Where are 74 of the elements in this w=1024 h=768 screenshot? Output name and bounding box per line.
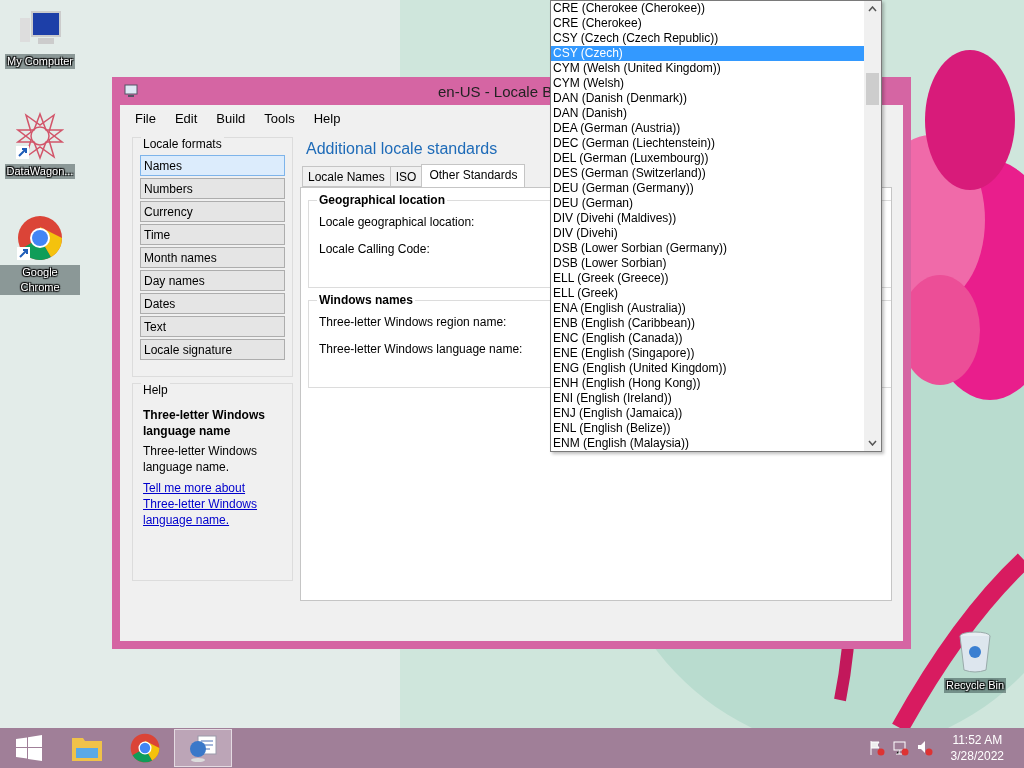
field-label: Locale Calling Code: xyxy=(319,242,430,256)
globe-document-icon xyxy=(188,733,218,763)
clock-date[interactable]: 3/28/2022 xyxy=(950,748,1004,764)
list-option[interactable]: ENB (English (Caribbean)) xyxy=(551,316,864,331)
list-option[interactable]: CSY (Czech (Czech Republic)) xyxy=(551,31,864,46)
list-option[interactable]: DES (German (Switzerland)) xyxy=(551,166,864,181)
list-option[interactable]: CRE (Cherokee) xyxy=(551,16,864,31)
format-item[interactable]: Locale signature xyxy=(140,339,285,360)
scroll-up-icon[interactable] xyxy=(868,6,877,12)
list-option[interactable]: DEU (German) xyxy=(551,196,864,211)
recycle-bin-icon xyxy=(958,630,992,674)
group-title: Geographical location xyxy=(317,193,448,207)
scroll-thumb[interactable] xyxy=(866,73,879,105)
flag-icon[interactable] xyxy=(868,740,885,756)
scroll-down-icon[interactable] xyxy=(868,440,877,446)
list-option[interactable]: DEL (German (Luxembourg)) xyxy=(551,151,864,166)
list-option[interactable]: DAN (Danish (Denmark)) xyxy=(551,91,864,106)
windows-logo-icon xyxy=(16,735,42,761)
list-option[interactable]: DIV (Divehi) xyxy=(551,226,864,241)
list-option[interactable]: DAN (Danish) xyxy=(551,106,864,121)
speaker-muted-icon[interactable] xyxy=(916,740,933,756)
chrome-icon xyxy=(17,215,63,261)
field-label: Three-letter Windows region name: xyxy=(319,315,507,329)
list-option[interactable]: ENM (English (Malaysia)) xyxy=(551,436,864,451)
list-option[interactable]: DSB (Lower Sorbian) xyxy=(551,256,864,271)
panel-title: Help xyxy=(141,383,170,397)
list-option[interactable]: CYM (Welsh (United Kingdom)) xyxy=(551,61,864,76)
format-item[interactable]: Text xyxy=(140,316,285,337)
taskbar-button[interactable] xyxy=(174,729,232,767)
list-option[interactable]: DEU (German (Germany)) xyxy=(551,181,864,196)
list-option[interactable]: ELL (Greek) xyxy=(551,286,864,301)
format-item[interactable]: Time xyxy=(140,224,285,245)
list-option[interactable]: DSB (Lower Sorbian (Germany)) xyxy=(551,241,864,256)
help-link[interactable]: Tell me more about Three-letter Windows language name. xyxy=(143,480,263,528)
list-option[interactable]: DIV (Divehi (Maldives)) xyxy=(551,211,864,226)
group-title: Windows names xyxy=(317,293,415,307)
menu-item[interactable]: Edit xyxy=(167,111,205,131)
chrome-icon xyxy=(130,733,160,763)
field-label: Locale geographical location: xyxy=(319,215,475,229)
panel-title: Locale formats xyxy=(141,137,224,151)
clock-time[interactable]: 11:52 AM xyxy=(952,732,1003,748)
field-label: Three-letter Windows language name: xyxy=(319,342,523,356)
help-text: Three-letter Windows language name. xyxy=(143,443,259,475)
list-option[interactable]: ELL (Greek (Greece)) xyxy=(551,271,864,286)
menu-item[interactable]: Help xyxy=(306,111,348,131)
format-item[interactable]: Day names xyxy=(140,270,285,291)
format-item[interactable]: Month names xyxy=(140,247,285,268)
list-option[interactable]: ENA (English (Australia)) xyxy=(551,301,864,316)
help-heading: Three-letter Windows language name xyxy=(143,407,266,439)
format-item[interactable]: Numbers xyxy=(140,178,285,199)
star-icon xyxy=(16,112,64,160)
network-icon[interactable] xyxy=(892,740,909,756)
list-option[interactable]: ENG (English (United Kingdom)) xyxy=(551,361,864,376)
list-option[interactable]: DEC (German (Liechtenstein)) xyxy=(551,136,864,151)
tab[interactable]: Other Standards xyxy=(421,164,526,187)
format-item[interactable]: Dates xyxy=(140,293,285,314)
list-option[interactable]: CRE (Cherokee (Cherokee)) xyxy=(551,1,864,16)
menu-item[interactable]: File xyxy=(128,111,163,131)
menu-item[interactable]: Tools xyxy=(257,111,302,131)
tab[interactable]: Locale Names xyxy=(302,166,391,187)
app-icon xyxy=(124,84,138,98)
scrollbar[interactable] xyxy=(864,1,881,451)
list-option[interactable]: ENI (English (Ireland)) xyxy=(551,391,864,406)
list-option[interactable]: ENL (English (Belize)) xyxy=(551,421,864,436)
list-option[interactable]: ENE (English (Singapore)) xyxy=(551,346,864,361)
format-item[interactable]: Names xyxy=(140,155,285,176)
page-heading: Additional locale standards xyxy=(305,139,499,159)
list-option[interactable]: ENJ (English (Jamaica)) xyxy=(551,406,864,421)
format-item[interactable]: Currency xyxy=(140,201,285,222)
list-option[interactable]: DEA (German (Austria)) xyxy=(551,121,864,136)
list-option[interactable]: ENC (English (Canada)) xyxy=(551,331,864,346)
list-option[interactable]: ENH (English (Hong Kong)) xyxy=(551,376,864,391)
menu-item[interactable]: Build xyxy=(209,111,253,131)
list-option[interactable]: CYM (Welsh) xyxy=(551,76,864,91)
